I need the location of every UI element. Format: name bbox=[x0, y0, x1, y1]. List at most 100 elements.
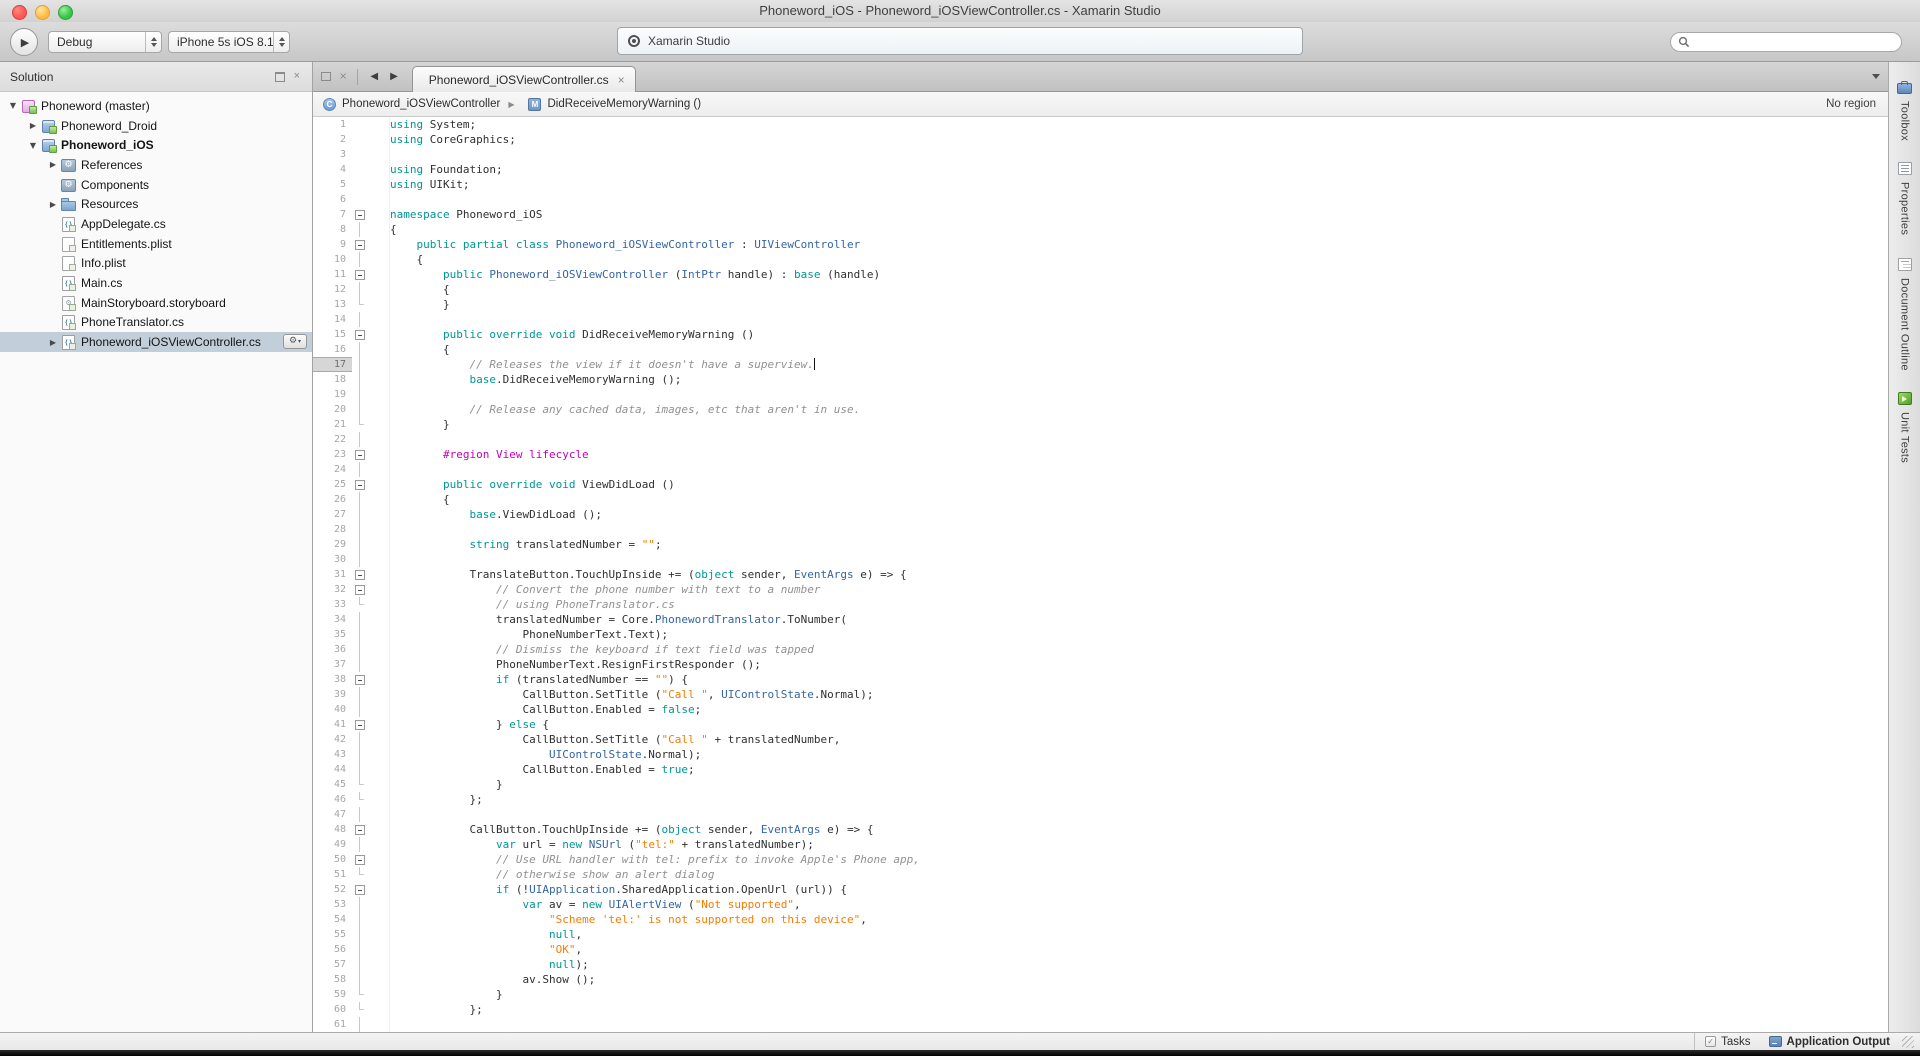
tree-item-components[interactable]: Components bbox=[0, 175, 312, 195]
code-line-2[interactable]: 2using CoreGraphics; bbox=[313, 132, 1888, 147]
fold-toggle-icon[interactable] bbox=[352, 852, 390, 867]
code-line-24[interactable]: 24 bbox=[313, 462, 1888, 477]
tree-item-phoneword-iosviewcontroller-cs[interactable]: ▶Phoneword_iOSViewController.cs⚙▾ bbox=[0, 332, 312, 352]
application-output-toggle[interactable]: Application Output bbox=[1787, 1036, 1890, 1048]
code-line-51[interactable]: 51 // otherwise show an alert dialog bbox=[313, 867, 1888, 882]
device-select[interactable]: iPhone 5s iOS 8.1 bbox=[168, 31, 290, 53]
code-line-21[interactable]: 21 } bbox=[313, 417, 1888, 432]
code-line-42[interactable]: 42 CallButton.SetTitle ("Call " + transl… bbox=[313, 732, 1888, 747]
expander-closed-icon[interactable]: ▶ bbox=[26, 121, 40, 130]
code-line-18[interactable]: 18 base.DidReceiveMemoryWarning (); bbox=[313, 372, 1888, 387]
fold-toggle-icon[interactable] bbox=[352, 237, 390, 252]
fold-toggle-icon[interactable] bbox=[352, 717, 390, 732]
code-line-4[interactable]: 4using Foundation; bbox=[313, 162, 1888, 177]
code-line-59[interactable]: 59 } bbox=[313, 987, 1888, 1002]
tree-item-main-cs[interactable]: Main.cs bbox=[0, 273, 312, 293]
code-line-34[interactable]: 34 translatedNumber = Core.PhonewordTran… bbox=[313, 612, 1888, 627]
code-line-12[interactable]: 12 { bbox=[313, 282, 1888, 297]
code-line-52[interactable]: 52 if (!UIApplication.SharedApplication.… bbox=[313, 882, 1888, 897]
code-line-45[interactable]: 45 } bbox=[313, 777, 1888, 792]
dock-tab-document-outline[interactable]: Document Outline bbox=[1889, 258, 1920, 371]
code-line-43[interactable]: 43 UIControlState.Normal); bbox=[313, 747, 1888, 762]
tree-item-references[interactable]: ▶References bbox=[0, 155, 312, 175]
code-line-57[interactable]: 57 null); bbox=[313, 957, 1888, 972]
code-line-25[interactable]: 25 public override void ViewDidLoad () bbox=[313, 477, 1888, 492]
code-line-50[interactable]: 50 // Use URL handler with tel: prefix t… bbox=[313, 852, 1888, 867]
fold-toggle-icon[interactable] bbox=[352, 672, 390, 687]
expander-open-icon[interactable]: ▼ bbox=[6, 101, 20, 110]
code-line-17[interactable]: 17 // Releases the view if it doesn't ha… bbox=[313, 357, 1888, 372]
code-line-15[interactable]: 15 public override void DidReceiveMemory… bbox=[313, 327, 1888, 342]
code-line-32[interactable]: 32 // Convert the phone number with text… bbox=[313, 582, 1888, 597]
tree-item-phoneword-master[interactable]: ▼Phoneword (master) bbox=[0, 96, 312, 116]
code-line-56[interactable]: 56 "OK", bbox=[313, 942, 1888, 957]
code-line-9[interactable]: 9 public partial class Phoneword_iOSView… bbox=[313, 237, 1888, 252]
breadcrumb-class[interactable]: Phoneword_iOSViewController bbox=[342, 98, 500, 110]
code-line-8[interactable]: 8{ bbox=[313, 222, 1888, 237]
zoom-window-button[interactable] bbox=[58, 5, 73, 20]
fold-toggle-icon[interactable] bbox=[352, 207, 390, 222]
tree-item-resources[interactable]: ▶Resources bbox=[0, 194, 312, 214]
tree-item-phoneword-ios[interactable]: ▼Phoneword_iOS bbox=[0, 135, 312, 155]
fold-toggle-icon[interactable] bbox=[352, 822, 390, 837]
code-line-46[interactable]: 46 }; bbox=[313, 792, 1888, 807]
code-line-1[interactable]: 1using System; bbox=[313, 117, 1888, 132]
code-line-31[interactable]: 31 TranslateButton.TouchUpInside += (obj… bbox=[313, 567, 1888, 582]
code-line-58[interactable]: 58 av.Show (); bbox=[313, 972, 1888, 987]
code-line-22[interactable]: 22 bbox=[313, 432, 1888, 447]
code-line-6[interactable]: 6 bbox=[313, 192, 1888, 207]
tasks-pad-toggle[interactable]: Tasks bbox=[1721, 1036, 1750, 1048]
code-line-30[interactable]: 30 bbox=[313, 552, 1888, 567]
expander-open-icon[interactable]: ▼ bbox=[26, 141, 40, 150]
code-line-39[interactable]: 39 CallButton.SetTitle ("Call ", UIContr… bbox=[313, 687, 1888, 702]
tree-item-appdelegate-cs[interactable]: AppDelegate.cs bbox=[0, 214, 312, 234]
code-line-3[interactable]: 3 bbox=[313, 147, 1888, 162]
dock-tab-unit-tests[interactable]: Unit Tests bbox=[1889, 392, 1920, 463]
code-line-29[interactable]: 29 string translatedNumber = ""; bbox=[313, 537, 1888, 552]
breadcrumb-member[interactable]: DidReceiveMemoryWarning () bbox=[547, 98, 701, 110]
code-line-44[interactable]: 44 CallButton.Enabled = true; bbox=[313, 762, 1888, 777]
run-button[interactable]: ▶ bbox=[10, 28, 38, 56]
code-line-11[interactable]: 11 public Phoneword_iOSViewController (I… bbox=[313, 267, 1888, 282]
dock-tab-toolbox[interactable]: Toolbox bbox=[1889, 80, 1920, 141]
code-line-60[interactable]: 60 }; bbox=[313, 1002, 1888, 1017]
fold-toggle-icon[interactable] bbox=[352, 477, 390, 492]
code-line-13[interactable]: 13 } bbox=[313, 297, 1888, 312]
pin-tab-button[interactable] bbox=[321, 72, 331, 81]
pad-close-button[interactable]: × bbox=[294, 71, 300, 82]
region-selector[interactable]: No region bbox=[1826, 98, 1876, 110]
code-line-37[interactable]: 37 PhoneNumberText.ResignFirstResponder … bbox=[313, 657, 1888, 672]
item-options-button[interactable]: ⚙▾ bbox=[283, 334, 307, 349]
tree-item-info-plist[interactable]: Info.plist bbox=[0, 254, 312, 274]
close-window-button[interactable] bbox=[12, 5, 27, 20]
code-line-38[interactable]: 38 if (translatedNumber == "") { bbox=[313, 672, 1888, 687]
fold-toggle-icon[interactable] bbox=[352, 327, 390, 342]
tree-item-entitlements-plist[interactable]: Entitlements.plist bbox=[0, 234, 312, 254]
close-document-button[interactable]: × bbox=[339, 71, 347, 82]
dock-tab-properties[interactable]: Properties bbox=[1889, 162, 1920, 235]
code-line-61[interactable]: 61 bbox=[313, 1017, 1888, 1032]
code-line-27[interactable]: 27 base.ViewDidLoad (); bbox=[313, 507, 1888, 522]
tab-phoneword-iosviewcontroller[interactable]: Phoneword_iOSViewController.cs × bbox=[412, 66, 636, 92]
fold-toggle-icon[interactable] bbox=[352, 582, 390, 597]
code-line-20[interactable]: 20 // Release any cached data, images, e… bbox=[313, 402, 1888, 417]
code-line-14[interactable]: 14 bbox=[313, 312, 1888, 327]
code-line-36[interactable]: 36 // Dismiss the keyboard if text field… bbox=[313, 642, 1888, 657]
code-line-41[interactable]: 41 } else { bbox=[313, 717, 1888, 732]
fold-toggle-icon[interactable] bbox=[352, 882, 390, 897]
code-line-53[interactable]: 53 var av = new UIAlertView ("Not suppor… bbox=[313, 897, 1888, 912]
resize-grip[interactable] bbox=[1902, 1036, 1914, 1048]
code-line-16[interactable]: 16 { bbox=[313, 342, 1888, 357]
code-line-48[interactable]: 48 CallButton.TouchUpInside += (object s… bbox=[313, 822, 1888, 837]
code-area[interactable]: 1using System;2using CoreGraphics;34usin… bbox=[313, 117, 1888, 1032]
code-line-55[interactable]: 55 null, bbox=[313, 927, 1888, 942]
navigate-back-button[interactable]: ◀ bbox=[370, 71, 378, 82]
code-line-33[interactable]: 33 // using PhoneTranslator.cs bbox=[313, 597, 1888, 612]
code-line-23[interactable]: 23 #region View lifecycle bbox=[313, 447, 1888, 462]
navigate-forward-button[interactable]: ▶ bbox=[390, 71, 398, 82]
code-line-19[interactable]: 19 bbox=[313, 387, 1888, 402]
code-line-47[interactable]: 47 bbox=[313, 807, 1888, 822]
code-line-49[interactable]: 49 var url = new NSUrl ("tel:" + transla… bbox=[313, 837, 1888, 852]
fold-toggle-icon[interactable] bbox=[352, 567, 390, 582]
code-line-10[interactable]: 10 { bbox=[313, 252, 1888, 267]
